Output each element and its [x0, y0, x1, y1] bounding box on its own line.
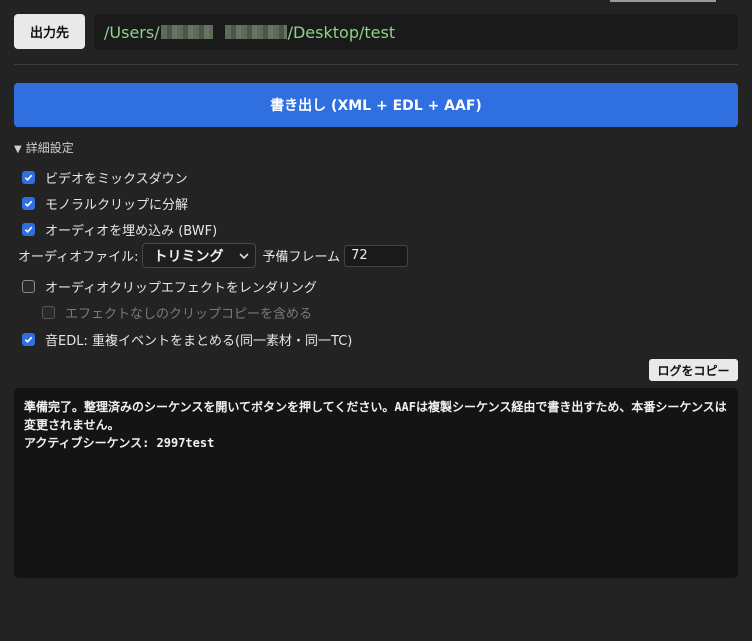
top-divider-line: [610, 0, 716, 2]
audio-file-row: オーディオファイル: トリミング 予備フレーム 72: [18, 243, 409, 268]
handle-frames-value: 72: [351, 248, 368, 263]
path-prefix: /Users/: [104, 22, 160, 42]
disclosure-triangle-icon: ▼: [14, 144, 22, 155]
sound-edl-label: 音EDL: 重複イベントをまとめる(同一素材・同一TC): [45, 334, 353, 349]
audio-file-label: オーディオファイル:: [18, 250, 139, 265]
log-line: 変更されません。: [24, 418, 120, 432]
export-button[interactable]: 書き出し (XML + EDL + AAF): [14, 83, 738, 127]
include-copies-option: エフェクトなしのクリップコピーを含める: [42, 303, 312, 322]
split-mono-checkbox[interactable]: [22, 197, 35, 210]
mixdown-option[interactable]: ビデオをミックスダウン: [22, 168, 188, 187]
output-path-field[interactable]: /Users/ /Desktop/test: [94, 14, 738, 50]
split-mono-label: モノラルクリップに分解: [45, 198, 189, 213]
log-line: 準備完了。整理済みのシーケンスを開いてボタンを押してください。AAFは複製シーケ…: [24, 400, 727, 414]
render-effects-option[interactable]: オーディオクリップエフェクトをレンダリング: [22, 277, 317, 296]
embed-audio-checkbox[interactable]: [22, 223, 35, 236]
render-effects-label: オーディオクリップエフェクトをレンダリング: [45, 281, 317, 296]
render-effects-checkbox[interactable]: [22, 280, 35, 293]
embed-audio-option[interactable]: オーディオを埋め込み (BWF): [22, 220, 217, 239]
audio-file-select-value: トリミング: [153, 248, 224, 265]
split-mono-option[interactable]: モノラルクリップに分解: [22, 194, 188, 213]
mixdown-checkbox[interactable]: [22, 171, 35, 184]
details-disclosure[interactable]: ▼ 詳細設定: [14, 139, 74, 156]
details-label: 詳細設定: [25, 141, 74, 155]
copy-log-button[interactable]: ログをコピー: [649, 359, 738, 381]
redacted-username-part2: [224, 25, 287, 39]
chevron-down-icon: [239, 248, 250, 264]
audio-file-select[interactable]: トリミング: [142, 243, 257, 268]
output-destination-row: 出力先 /Users/ /Desktop/test: [14, 14, 738, 50]
log-output[interactable]: 準備完了。整理済みのシーケンスを開いてボタンを押してください。AAFは複製シーケ…: [14, 388, 738, 578]
sound-edl-option[interactable]: 音EDL: 重複イベントをまとめる(同一素材・同一TC): [22, 330, 352, 349]
section-divider: [14, 64, 738, 65]
sound-edl-checkbox[interactable]: [22, 333, 35, 346]
redacted-username-part1: [160, 25, 213, 39]
include-copies-checkbox: [42, 306, 55, 319]
include-copies-label: エフェクトなしのクリップコピーを含める: [65, 307, 313, 322]
output-destination-button[interactable]: 出力先: [14, 14, 85, 49]
handle-frames-input[interactable]: 72: [344, 244, 409, 267]
mixdown-label: ビデオをミックスダウン: [45, 172, 188, 187]
embed-audio-label: オーディオを埋め込み (BWF): [45, 224, 218, 239]
handle-frames-label: 予備フレーム: [262, 250, 341, 265]
log-line: アクティブシーケンス: 2997test: [24, 436, 215, 450]
path-suffix: /Desktop/test: [287, 22, 396, 42]
